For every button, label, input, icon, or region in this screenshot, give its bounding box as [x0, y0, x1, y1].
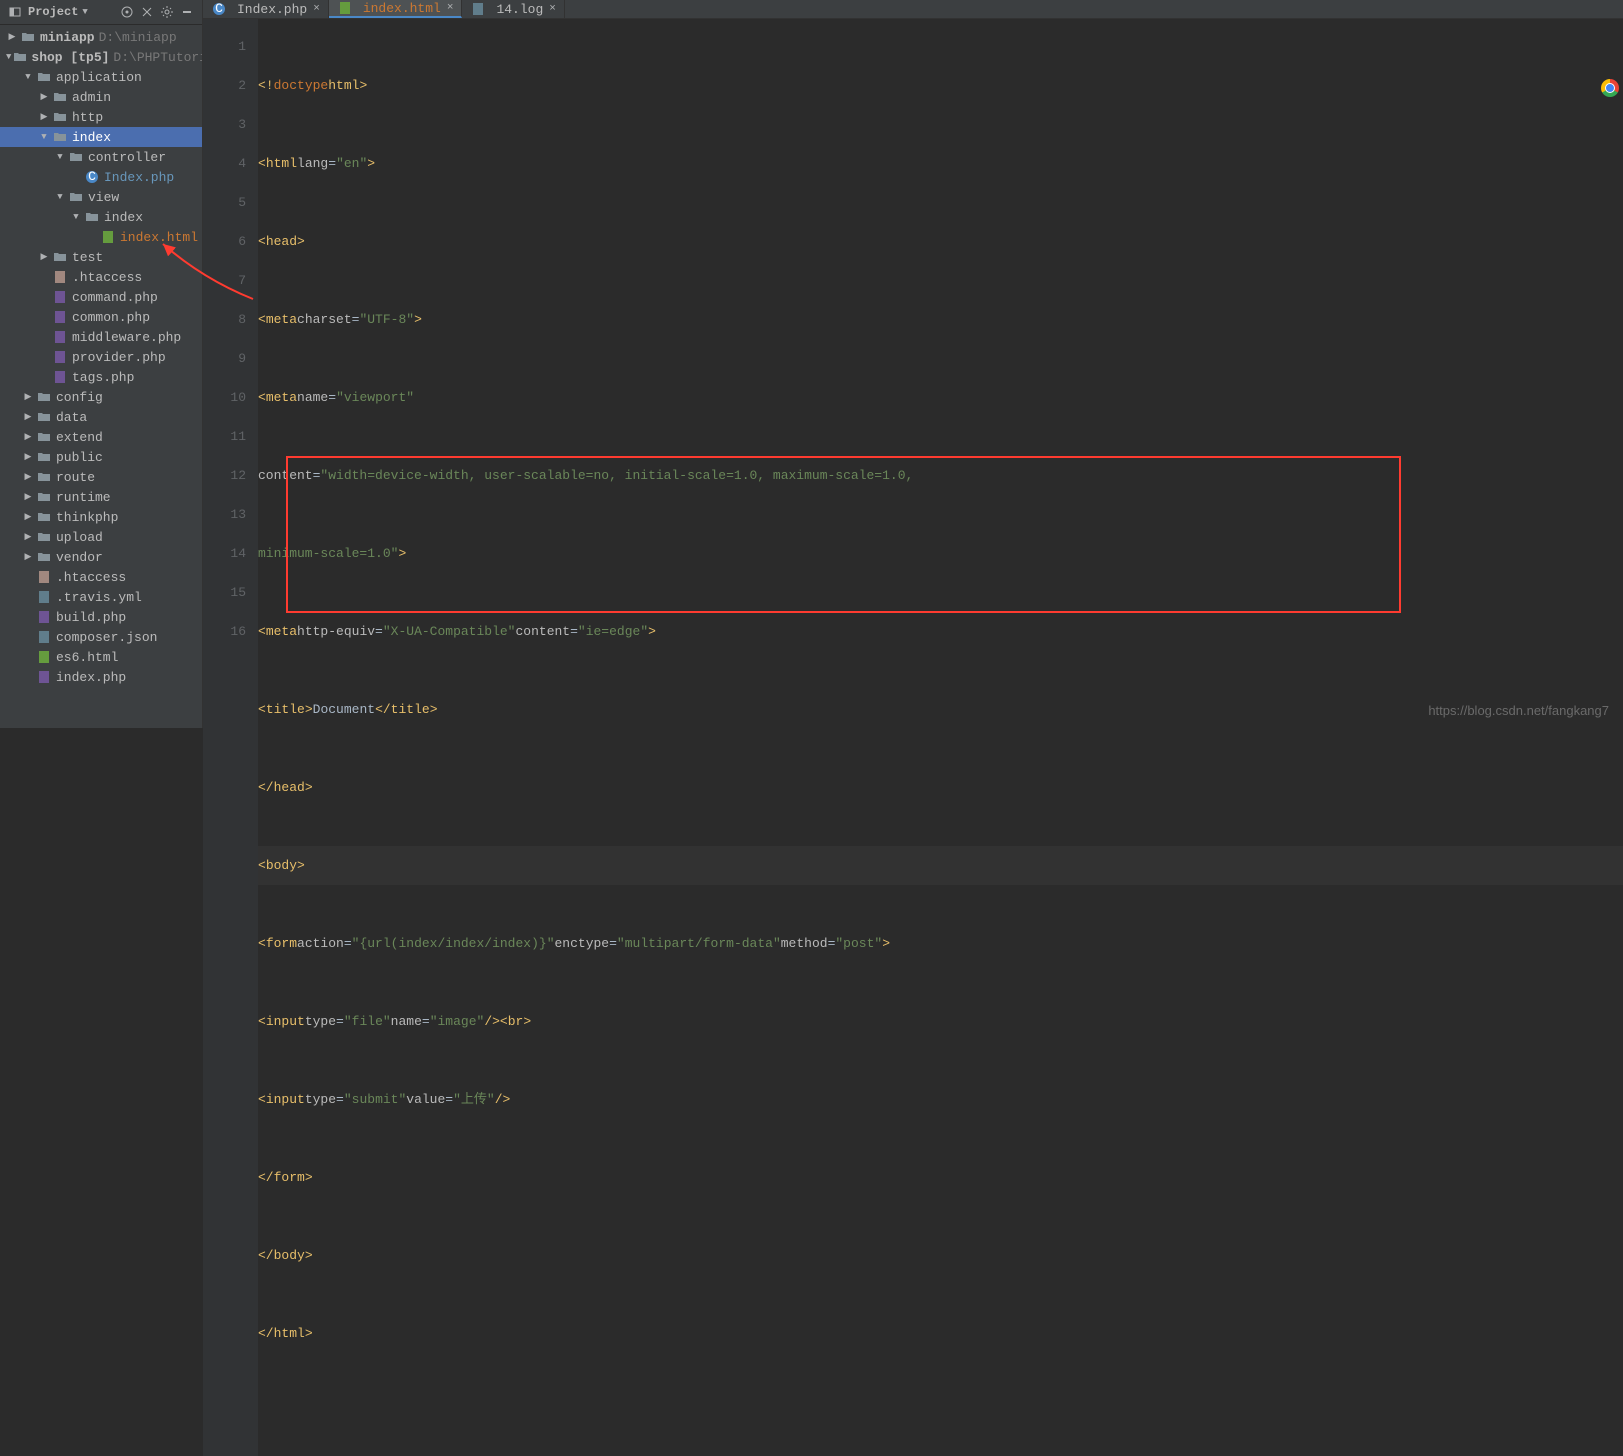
tab-index-html[interactable]: index.html × — [329, 0, 463, 18]
file-command-php[interactable]: command.php — [0, 287, 202, 307]
file-htaccess[interactable]: .htaccess — [0, 267, 202, 287]
locate-icon[interactable] — [118, 3, 136, 21]
file-build-php[interactable]: build.php — [0, 607, 202, 627]
editor-pane: C Index.php × index.html × 14.log × 1 2 … — [203, 0, 1623, 728]
folder-view[interactable]: ▼view — [0, 187, 202, 207]
file-travis[interactable]: .travis.yml — [0, 587, 202, 607]
folder-extend[interactable]: ▶extend — [0, 427, 202, 447]
folder-index[interactable]: ▼index — [0, 127, 202, 147]
file-es6[interactable]: es6.html — [0, 647, 202, 667]
expand-icon[interactable] — [138, 3, 156, 21]
chrome-icon — [1601, 79, 1619, 97]
folder-thinkphp[interactable]: ▶thinkphp — [0, 507, 202, 527]
close-icon[interactable]: × — [549, 3, 556, 15]
tab-14-log[interactable]: 14.log × — [462, 0, 564, 18]
file-index-php[interactable]: CIndex.php — [0, 167, 202, 187]
project-root-shop[interactable]: ▼ shop [tp5] D:\PHPTutorial\W — [0, 47, 202, 67]
folder-http[interactable]: ▶http — [0, 107, 202, 127]
folder-runtime[interactable]: ▶runtime — [0, 487, 202, 507]
settings-icon[interactable] — [158, 3, 176, 21]
file-index-html[interactable]: index.html — [0, 227, 202, 247]
folder-admin[interactable]: ▶admin — [0, 87, 202, 107]
folder-upload[interactable]: ▶upload — [0, 527, 202, 547]
folder-data[interactable]: ▶data — [0, 407, 202, 427]
file-provider-php[interactable]: provider.php — [0, 347, 202, 367]
tab-index-php[interactable]: C Index.php × — [203, 0, 329, 18]
file-common-php[interactable]: common.php — [0, 307, 202, 327]
dropdown-icon[interactable]: ▼ — [82, 7, 87, 17]
file-root-htaccess[interactable]: .htaccess — [0, 567, 202, 587]
project-root-miniapp[interactable]: ▶ miniapp D:\miniapp — [0, 27, 202, 47]
svg-text:C: C — [88, 170, 96, 184]
folder-controller[interactable]: ▼controller — [0, 147, 202, 167]
folder-config[interactable]: ▶config — [0, 387, 202, 407]
tab-label: Index.php — [237, 2, 307, 17]
tab-label: index.html — [363, 1, 441, 16]
file-root-index-php[interactable]: index.php — [0, 667, 202, 687]
project-sidebar: Project ▼ ▶ miniapp D:\miniapp ▼ shop [t… — [0, 0, 203, 728]
tab-label: 14.log — [496, 2, 543, 17]
folder-public[interactable]: ▶public — [0, 447, 202, 467]
line-gutter: 1 2 3 4 5 6 7 8 9 10 11 12 13 14 15 16 — [203, 19, 258, 1456]
svg-text:C: C — [215, 2, 223, 16]
project-panel-icon — [6, 3, 24, 21]
editor-tabs: C Index.php × index.html × 14.log × — [203, 0, 1623, 19]
folder-vendor[interactable]: ▶vendor — [0, 547, 202, 567]
file-tags-php[interactable]: tags.php — [0, 367, 202, 387]
close-icon[interactable]: × — [447, 2, 454, 14]
folder-application[interactable]: ▼application — [0, 67, 202, 87]
close-icon[interactable]: × — [313, 3, 320, 15]
folder-test[interactable]: ▶test — [0, 247, 202, 267]
code-content[interactable]: <!doctype html> <html lang="en"> <head> … — [258, 19, 1623, 1456]
file-middleware-php[interactable]: middleware.php — [0, 327, 202, 347]
watermark: https://blog.csdn.net/fangkang7 — [1428, 703, 1609, 718]
sidebar-title: Project — [28, 5, 78, 19]
hide-icon[interactable] — [178, 3, 196, 21]
file-composer[interactable]: composer.json — [0, 627, 202, 647]
folder-route[interactable]: ▶route — [0, 467, 202, 487]
code-editor[interactable]: 1 2 3 4 5 6 7 8 9 10 11 12 13 14 15 16 <… — [203, 19, 1623, 1456]
sidebar-header: Project ▼ — [0, 0, 202, 25]
project-tree: ▶ miniapp D:\miniapp ▼ shop [tp5] D:\PHP… — [0, 25, 202, 728]
folder-view-index[interactable]: ▼index — [0, 207, 202, 227]
